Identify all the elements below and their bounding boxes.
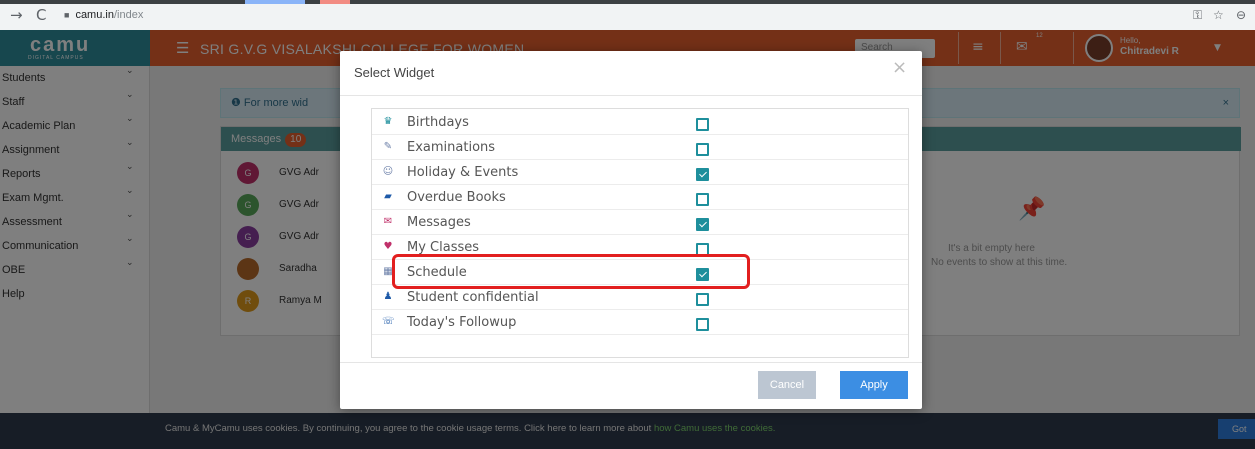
widget-row[interactable]: ▰ Overdue Books xyxy=(372,186,908,210)
classroom-icon: ♥ xyxy=(383,241,393,252)
widget-label: Messages xyxy=(407,215,471,230)
widget-row[interactable]: ☺ Holiday & Events xyxy=(372,161,908,185)
widget-checkbox[interactable] xyxy=(696,168,709,181)
widget-label: Student confidential xyxy=(407,290,539,305)
star-icon[interactable]: ☆ xyxy=(1213,9,1224,21)
widget-label: My Classes xyxy=(407,240,480,255)
highlight-annotation xyxy=(392,254,750,289)
url-path: /index xyxy=(113,9,144,21)
widget-row[interactable]: ♛ Birthdays xyxy=(372,111,908,135)
back-icon[interactable]: → xyxy=(10,8,23,23)
widget-checkbox[interactable] xyxy=(696,318,709,331)
phone-icon: ☏ xyxy=(382,316,395,327)
widget-checkbox[interactable] xyxy=(696,143,709,156)
modal-title: Select Widget xyxy=(354,65,435,80)
widget-checkbox[interactable] xyxy=(696,118,709,131)
widget-label: Today's Followup xyxy=(407,315,517,330)
address-bar[interactable]: ■ camu.in/index xyxy=(64,7,1204,24)
widget-label: Birthdays xyxy=(407,115,469,130)
cancel-button[interactable]: Cancel xyxy=(758,371,816,399)
close-icon[interactable]: × xyxy=(892,59,907,77)
book-icon: ▰ xyxy=(384,191,392,202)
widget-checkbox[interactable] xyxy=(696,193,709,206)
url-host: camu.in xyxy=(75,9,114,21)
user-icon: ♟ xyxy=(383,291,393,302)
widget-label: Overdue Books xyxy=(407,190,506,205)
tab-strip xyxy=(0,0,1255,4)
birthday-cake-icon: ♛ xyxy=(383,116,393,127)
divider xyxy=(340,362,922,363)
select-widget-modal: Select Widget × ♛ Birthdays ✎ Examinations ☺… xyxy=(340,51,922,409)
apply-button[interactable]: Apply xyxy=(840,371,908,399)
browser-toolbar: → C ■ camu.in/index ⚿ ☆ ⊖ xyxy=(0,0,1255,30)
lock-icon: ■ xyxy=(64,10,70,20)
widget-label: Examinations xyxy=(407,140,496,155)
widget-row[interactable]: ♟ Student confidential xyxy=(372,286,908,310)
widget-row[interactable]: ✎ Examinations xyxy=(372,136,908,160)
key-icon[interactable]: ⚿ xyxy=(1193,9,1202,21)
smile-icon: ☺ xyxy=(382,166,394,177)
profile-icon[interactable]: ⊖ xyxy=(1236,9,1246,21)
divider xyxy=(340,95,922,96)
widget-list: ♛ Birthdays ✎ Examinations ☺ Holiday & Events… xyxy=(371,108,909,358)
widget-label: Holiday & Events xyxy=(407,165,519,180)
widget-checkbox[interactable] xyxy=(696,218,709,231)
widget-row[interactable]: ☏ Today's Followup xyxy=(372,311,908,335)
widget-row[interactable]: ✉ Messages xyxy=(372,211,908,235)
edit-icon: ✎ xyxy=(383,141,393,152)
envelope-icon: ✉ xyxy=(383,216,393,227)
widget-checkbox[interactable] xyxy=(696,293,709,306)
reload-icon[interactable]: C xyxy=(36,8,46,23)
